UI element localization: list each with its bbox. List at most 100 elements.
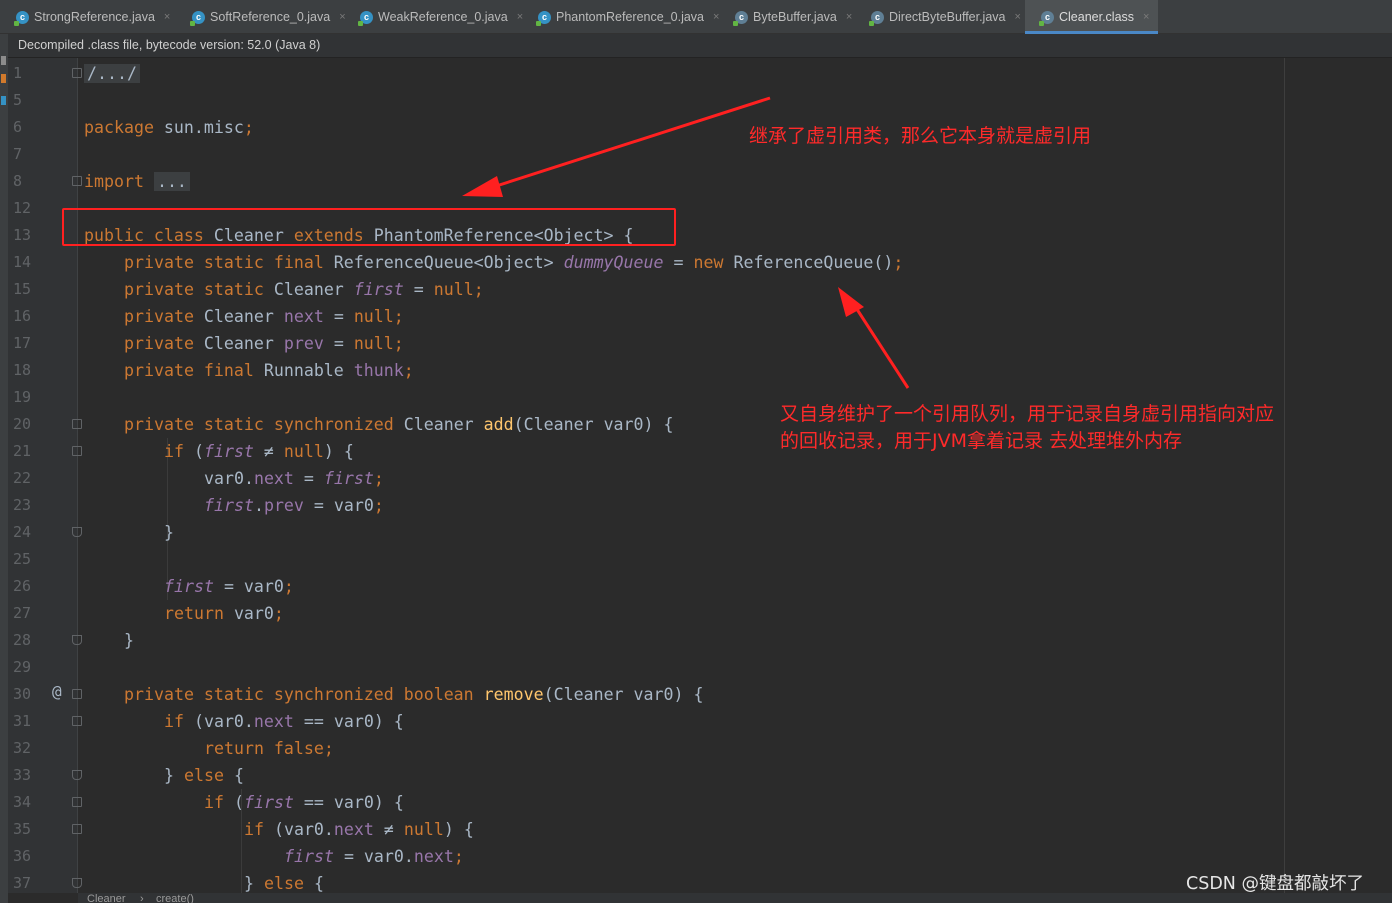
tab-label: Cleaner.class	[1059, 10, 1135, 24]
code-line-20: private static synchronized Cleaner add(…	[124, 415, 674, 434]
code-line-32: return false;	[204, 739, 334, 758]
tab-label: PhantomReference_0.java	[556, 10, 705, 24]
tool-window-strip	[0, 34, 8, 903]
code-line-16: private Cleaner next = null;	[124, 307, 404, 326]
line-number: 31	[13, 712, 32, 730]
line-number: 34	[13, 793, 32, 811]
close-icon[interactable]: ×	[1143, 11, 1149, 23]
line-number: 22	[13, 469, 32, 487]
csdn-watermark: CSDN @键盘都敲坏了	[1186, 874, 1364, 894]
tool-window-icon[interactable]	[1, 96, 6, 105]
fold-end-icon[interactable]	[72, 770, 82, 780]
line-number: 21	[13, 442, 32, 460]
code-line-27: return var0;	[164, 604, 284, 623]
line-number-gutter[interactable]: 1 5 6 7 8 12 13 14 15 16 17 18 19 20 21 …	[8, 58, 82, 893]
code-line-15: private static Cleaner first = null;	[124, 280, 484, 299]
close-icon[interactable]: ×	[164, 11, 170, 23]
fold-toggle-icon[interactable]	[72, 68, 82, 78]
line-number: 20	[13, 415, 32, 433]
line-number: 8	[13, 172, 23, 190]
line-number: 29	[13, 658, 32, 676]
line-number: 13	[13, 226, 32, 244]
editor-tab-bar: c StrongReference.java × c SoftReference…	[0, 0, 1392, 34]
java-class-icon: c	[190, 10, 205, 26]
breadcrumb-separator: ›	[140, 893, 144, 903]
tab-label: DirectByteBuffer.java	[889, 10, 1006, 24]
line-number: 23	[13, 496, 32, 514]
line-number: 6	[13, 118, 23, 136]
code-line-33: } else {	[164, 766, 244, 785]
code-line-18: private final Runnable thunk;	[124, 361, 414, 380]
code-line-24: }	[164, 523, 174, 542]
code-line-35: if (var0.next ≠ null) {	[244, 820, 474, 839]
code-line-28: }	[124, 631, 134, 650]
close-icon[interactable]: ×	[1015, 11, 1021, 23]
line-number: 1	[13, 64, 23, 82]
tab-strong-reference[interactable]: c StrongReference.java ×	[0, 0, 174, 34]
line-number: 5	[13, 91, 23, 109]
line-number: 27	[13, 604, 32, 622]
tab-label: StrongReference.java	[34, 10, 155, 24]
line-number: 26	[13, 577, 32, 595]
line-number: 37	[13, 874, 32, 892]
fold-end-icon[interactable]	[72, 527, 82, 537]
line-number: 18	[13, 361, 32, 379]
annotation-note-queue-line1: 又自身维护了一个引用队列，用于记录自身虚引用指向对应	[780, 403, 1275, 425]
right-margin-guide	[1284, 58, 1285, 893]
tool-window-icon[interactable]	[1, 74, 6, 83]
line-number: 15	[13, 280, 32, 298]
line-number: 33	[13, 766, 32, 784]
tool-window-icon[interactable]	[1, 56, 6, 65]
tab-cleaner-class[interactable]: c Cleaner.class ×	[1025, 0, 1158, 34]
java-class-icon: c	[358, 10, 373, 26]
code-line-6: package sun.misc;	[84, 118, 254, 137]
fold-toggle-icon[interactable]	[72, 176, 82, 186]
line-number: 7	[13, 145, 23, 163]
code-line-23: first.prev = var0;	[204, 496, 384, 515]
code-line-14: private static final ReferenceQueue<Obje…	[124, 253, 904, 272]
code-line-17: private Cleaner prev = null;	[124, 334, 404, 353]
annotation-note-inheritance: 继承了虚引用类，那么它本身就是虚引用	[749, 125, 1092, 147]
line-number: 36	[13, 847, 32, 865]
tab-byte-buffer[interactable]: c ByteBuffer.java ×	[719, 0, 865, 34]
close-icon[interactable]: ×	[846, 11, 852, 23]
annotation-note-queue-line2: 的回收记录，用于JVM拿着记录 去处理堆外内存	[780, 430, 1183, 452]
code-line-13: public class Cleaner extends PhantomRefe…	[84, 226, 634, 245]
tab-label: ByteBuffer.java	[753, 10, 837, 24]
java-class-icon: c	[536, 10, 551, 26]
fold-toggle-icon[interactable]	[72, 824, 82, 834]
line-number: 30	[13, 685, 32, 703]
line-number: 32	[13, 739, 32, 757]
abstract-class-icon: c	[733, 10, 748, 26]
decompiled-banner: Decompiled .class file, bytecode version…	[0, 34, 1392, 58]
fold-end-icon[interactable]	[72, 878, 82, 888]
tab-weak-reference[interactable]: c WeakReference_0.java ×	[344, 0, 526, 34]
code-line-34: if (first == var0) {	[204, 793, 404, 812]
tab-direct-byte-buffer[interactable]: c DirectByteBuffer.java ×	[855, 0, 1033, 34]
tab-label: SoftReference_0.java	[210, 10, 331, 24]
code-line-36: first = var0.next;	[284, 847, 464, 866]
code-line-8: import ...	[84, 168, 190, 195]
line-number: 25	[13, 550, 32, 568]
tab-phantom-reference[interactable]: c PhantomReference_0.java ×	[522, 0, 725, 34]
java-class-icon: c	[14, 10, 29, 26]
breadcrumb-class[interactable]: Cleaner	[87, 893, 126, 903]
code-editor[interactable]: /.../ package sun.misc; import ... publi…	[84, 58, 1284, 893]
line-number: 35	[13, 820, 32, 838]
line-number: 19	[13, 388, 32, 406]
tab-soft-reference[interactable]: c SoftReference_0.java ×	[176, 0, 348, 34]
line-number: 28	[13, 631, 32, 649]
line-number: 12	[13, 199, 32, 217]
override-marker-icon[interactable]: @	[52, 682, 62, 701]
fold-toggle-icon[interactable]	[72, 446, 82, 456]
fold-toggle-icon[interactable]	[72, 419, 82, 429]
breadcrumb-method[interactable]: create()	[156, 893, 194, 903]
fold-end-icon[interactable]	[72, 635, 82, 645]
fold-toggle-icon[interactable]	[72, 716, 82, 726]
code-line-22: var0.next = first;	[204, 469, 384, 488]
fold-toggle-icon[interactable]	[72, 689, 82, 699]
fold-toggle-icon[interactable]	[72, 797, 82, 807]
compiled-class-icon: c	[1039, 10, 1054, 26]
line-number: 14	[13, 253, 32, 271]
tab-label: WeakReference_0.java	[378, 10, 508, 24]
